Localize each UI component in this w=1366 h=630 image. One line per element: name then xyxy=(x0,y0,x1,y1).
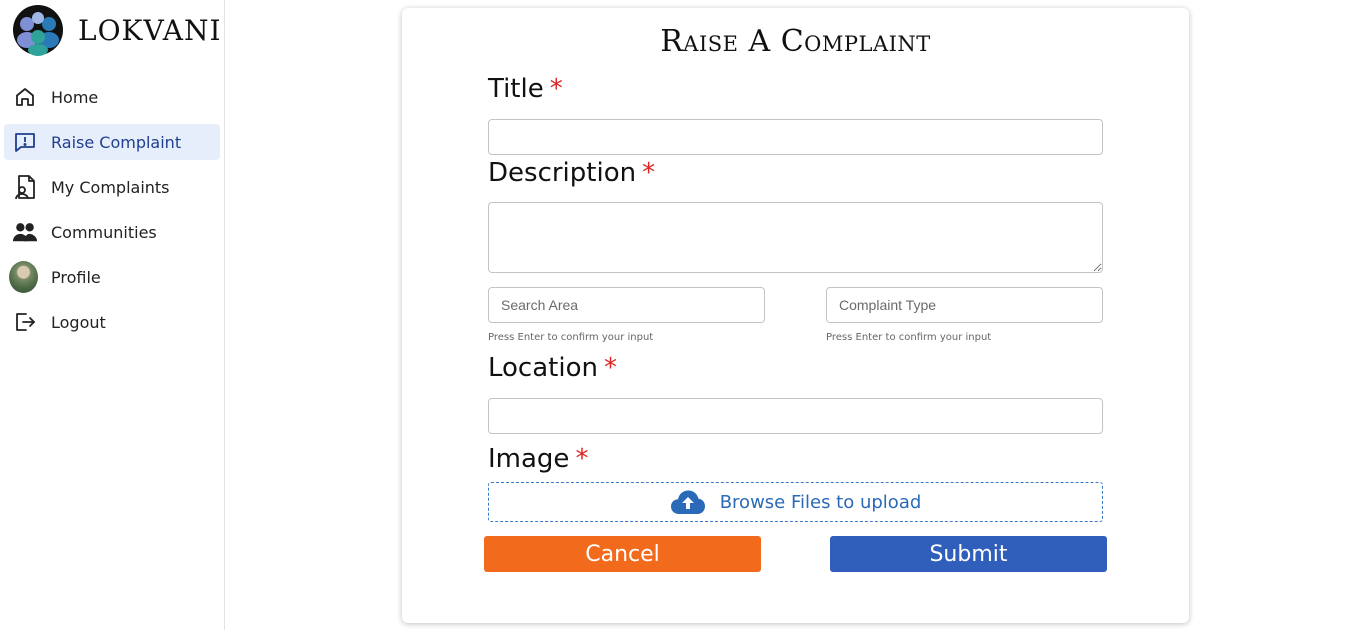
search-area-hint: Press Enter to confirm your input xyxy=(488,332,654,343)
sidebar-item-profile[interactable]: Profile xyxy=(4,259,220,295)
search-area-input[interactable] xyxy=(488,287,765,323)
description-label-text: Description xyxy=(488,158,637,188)
sidebar-item-label: Raise Complaint xyxy=(51,132,182,152)
description-label: Description * xyxy=(488,158,655,188)
sidebar-item-my-complaints[interactable]: My Complaints xyxy=(4,169,220,205)
image-label-text: Image xyxy=(488,444,570,474)
required-mark: * xyxy=(642,158,656,188)
avatar xyxy=(9,261,38,293)
sidebar: LOKVANI Home Raise Complaint My Complain… xyxy=(0,0,225,630)
report-icon xyxy=(12,129,38,155)
location-input[interactable] xyxy=(488,398,1103,434)
brand[interactable]: LOKVANI xyxy=(12,4,222,56)
people-icon xyxy=(12,219,38,245)
complaint-type-input[interactable] xyxy=(826,287,1103,323)
upload-label: Browse Files to upload xyxy=(719,491,922,513)
sidebar-item-label: Logout xyxy=(51,312,106,332)
profile-avatar xyxy=(9,261,38,293)
required-mark: * xyxy=(575,444,589,474)
required-mark: * xyxy=(549,74,563,104)
image-label: Image * xyxy=(488,444,588,474)
required-mark: * xyxy=(603,353,617,383)
sidebar-item-home[interactable]: Home xyxy=(4,79,220,115)
home-icon xyxy=(12,84,38,110)
sidebar-item-label: Home xyxy=(51,87,99,107)
sidebar-item-logout[interactable]: Logout xyxy=(4,304,220,340)
sidebar-item-label: My Complaints xyxy=(51,177,170,197)
title-label-text: Title xyxy=(488,74,544,104)
title-label: Title * xyxy=(488,74,563,104)
lokvani-logo-icon xyxy=(13,5,63,56)
document-user-icon xyxy=(12,174,38,200)
complaint-form-card: Raise A Complaint Title* Description* Pr… xyxy=(402,8,1189,623)
location-label-text: Location xyxy=(488,353,598,383)
page-title: Raise A Complaint xyxy=(660,24,931,59)
sidebar-item-raise-complaint[interactable]: Raise Complaint xyxy=(4,124,220,160)
sidebar-item-label: Communities xyxy=(51,222,157,242)
cloud-upload-icon xyxy=(670,490,705,514)
submit-button[interactable]: Submit xyxy=(830,536,1107,572)
brand-name: LOKVANI xyxy=(78,13,222,47)
sidebar-item-label: Profile xyxy=(51,267,101,287)
title-input[interactable] xyxy=(488,119,1103,155)
cancel-button[interactable]: Cancel xyxy=(484,536,761,572)
description-textarea[interactable] xyxy=(488,202,1103,273)
complaint-type-hint: Press Enter to confirm your input xyxy=(826,332,992,343)
file-upload-dropzone[interactable]: Browse Files to upload xyxy=(488,482,1103,522)
logout-icon xyxy=(12,309,38,335)
sidebar-item-communities[interactable]: Communities xyxy=(4,214,220,250)
location-label: Location * xyxy=(488,353,617,383)
sidebar-nav: Home Raise Complaint My Complaints Commu… xyxy=(4,79,220,349)
